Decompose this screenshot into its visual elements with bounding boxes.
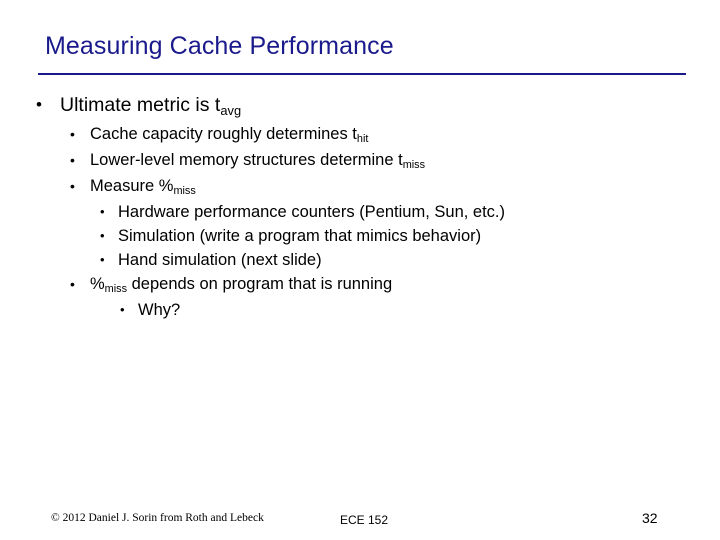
bullet-level2-text-pre: % — [90, 275, 105, 293]
bullet-level2-text-post: depends on program that is running — [127, 275, 393, 293]
bullet-level1-text: Ultimate metric is t — [60, 94, 221, 116]
bullet-level2-subscript: hit — [356, 133, 369, 146]
bullet-marker-level2: • — [70, 152, 75, 168]
bullet-level2-lower-level-memory: • Lower-level memory structures determin… — [28, 148, 693, 174]
slide-body: • Ultimate metric is tavg • Cache capaci… — [28, 92, 693, 322]
slide: Measuring Cache Performance • Ultimate m… — [0, 0, 720, 540]
bullet-level2-cache-capacity: • Cache capacity roughly determines thit — [28, 122, 693, 148]
bullet-level2-miss-depends: • %miss depends on program that is runni… — [28, 272, 693, 298]
bullet-level2-text: Lower-level memory structures determine … — [90, 151, 403, 169]
footer-copyright: © 2012 Daniel J. Sorin from Roth and Leb… — [51, 512, 264, 524]
bullet-level3-hardware-counters: • Hardware performance counters (Pentium… — [28, 200, 693, 224]
bullet-marker-level4: • — [120, 302, 125, 317]
bullet-level1-ultimate-metric: • Ultimate metric is tavg — [28, 92, 693, 120]
footer-page-number: 32 — [642, 510, 658, 526]
bullet-level2-subscript: miss — [402, 159, 426, 172]
bullet-marker-level1: • — [36, 95, 42, 114]
bullet-level4-why: • Why? — [28, 298, 693, 322]
footer-course: ECE 152 — [340, 513, 389, 527]
bullet-marker-level2: • — [70, 178, 75, 194]
bullet-level2-subscript: miss — [173, 185, 196, 198]
bullet-level2-text: Measure % — [90, 177, 174, 195]
bullet-marker-level3: • — [100, 204, 105, 219]
bullet-level1-subscript: avg — [220, 102, 242, 118]
bullet-level3-text: Hardware performance counters (Pentium, … — [118, 203, 506, 221]
bullet-level3-hand-simulation: • Hand simulation (next slide) — [28, 248, 693, 272]
bullet-level3-text: Simulation (write a program that mimics … — [118, 227, 482, 245]
bullet-level3-text: Hand simulation (next slide) — [118, 251, 322, 269]
bullet-marker-level2: • — [70, 276, 75, 292]
bullet-level2-text: Cache capacity roughly determines t — [90, 125, 357, 143]
bullet-marker-level3: • — [100, 228, 105, 243]
bullet-level2-subscript: miss — [104, 283, 128, 296]
bullet-marker-level2: • — [70, 126, 75, 142]
bullet-level2-measure-miss: • Measure %miss — [28, 174, 693, 200]
page-title: Measuring Cache Performance — [45, 32, 394, 60]
bullet-level3-simulation: • Simulation (write a program that mimic… — [28, 224, 693, 248]
bullet-level4-text: Why? — [138, 301, 181, 319]
title-divider — [38, 73, 686, 75]
bullet-marker-level3: • — [100, 252, 105, 267]
